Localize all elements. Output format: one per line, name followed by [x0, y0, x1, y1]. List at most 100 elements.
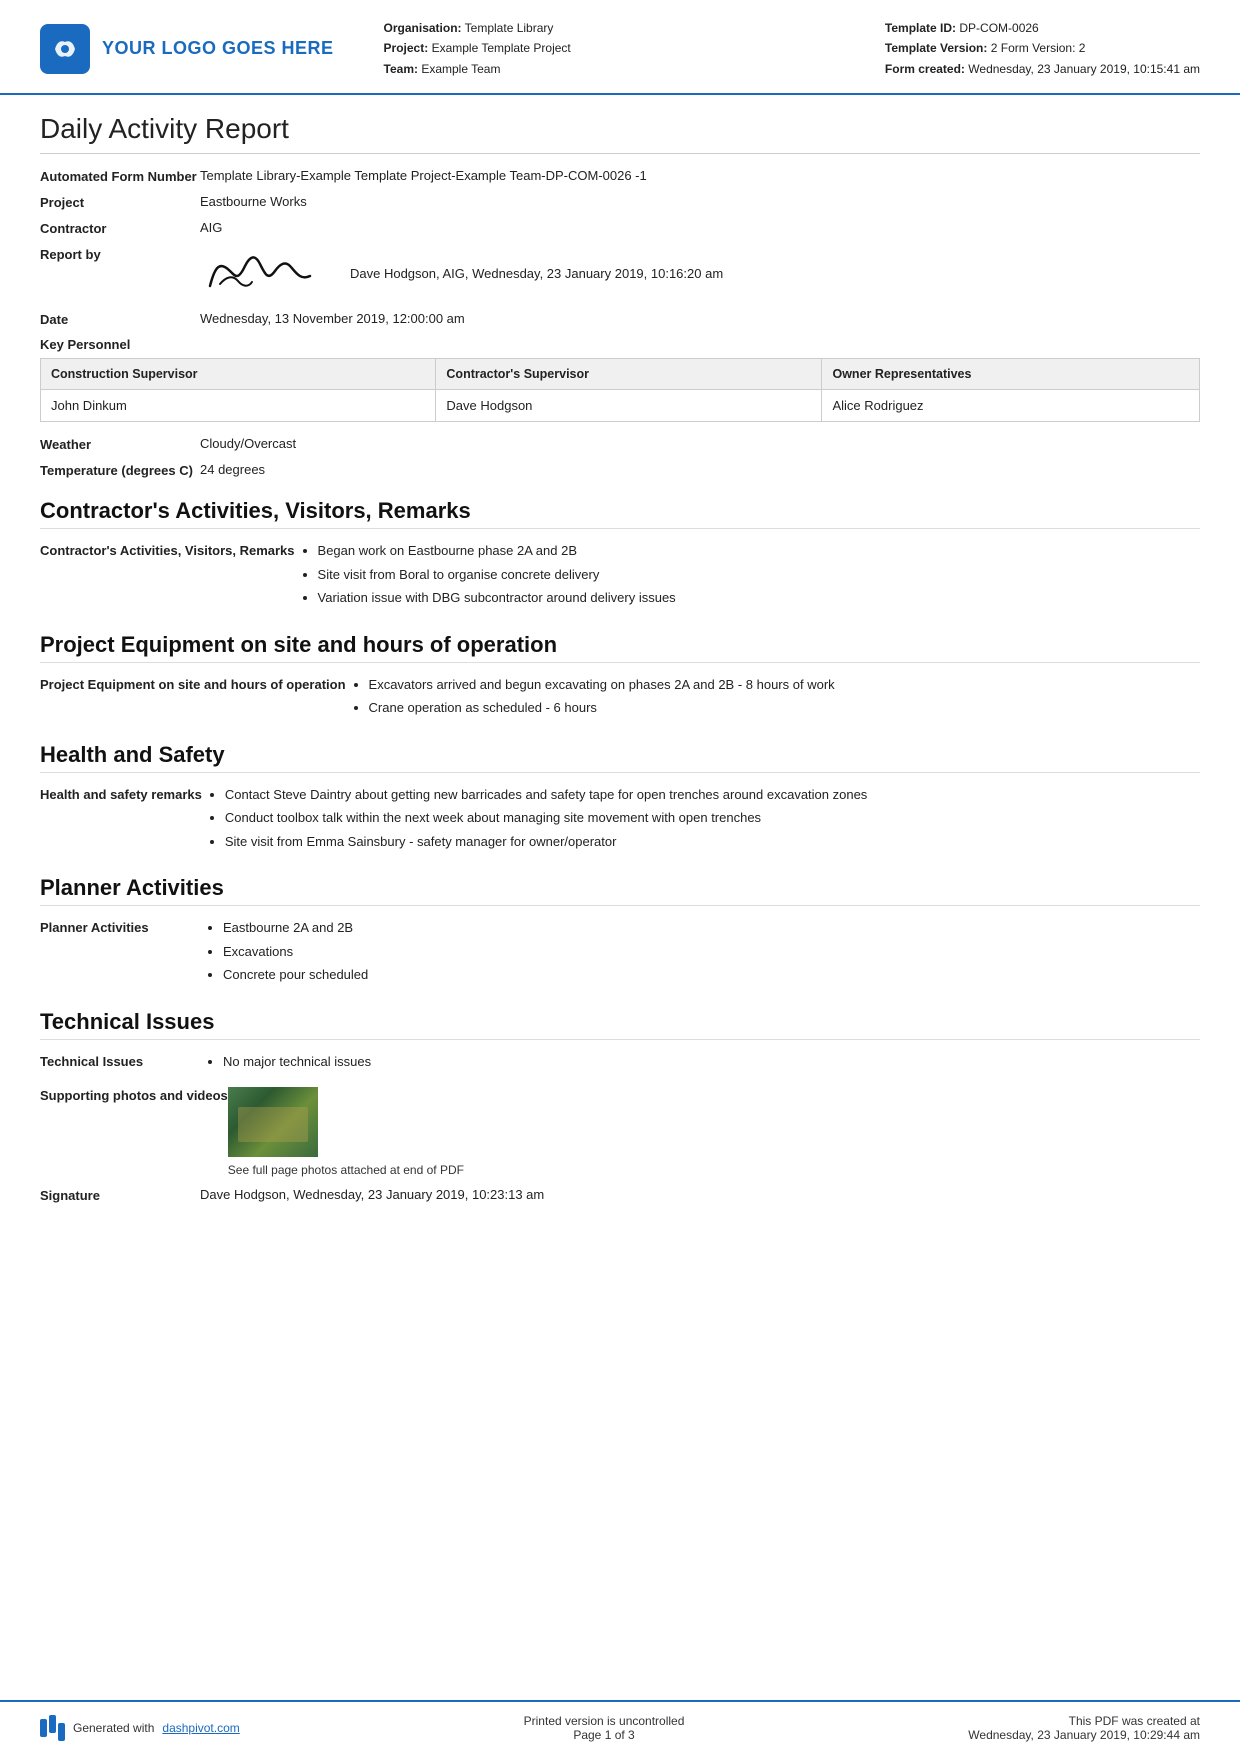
- final-signature-row: Signature Dave Hodgson, Wednesday, 23 Ja…: [40, 1187, 1200, 1203]
- contractor-value: AIG: [200, 220, 1200, 235]
- org-value: Template Library: [465, 21, 554, 35]
- temperature-row: Temperature (degrees C) 24 degrees: [40, 462, 1200, 478]
- footer-center-line1: Printed version is uncontrolled: [524, 1714, 685, 1728]
- footer-center: Printed version is uncontrolled Page 1 o…: [524, 1714, 685, 1742]
- list-item: Variation issue with DBG subcontractor a…: [318, 588, 1200, 608]
- header-meta: Organisation: Template Library Project: …: [354, 18, 865, 79]
- main-content: Daily Activity Report Automated Form Num…: [0, 95, 1240, 1680]
- signature-content: Dave Hodgson, AIG, Wednesday, 23 January…: [200, 246, 723, 301]
- key-personnel-label: Key Personnel: [40, 337, 1200, 352]
- date-row: Date Wednesday, 13 November 2019, 12:00:…: [40, 311, 1200, 327]
- header-project: Project: Example Template Project: [384, 38, 865, 58]
- bar2-icon: [49, 1715, 56, 1733]
- technical-label: Technical Issues: [40, 1052, 200, 1069]
- health-safety-heading: Health and Safety: [40, 742, 1200, 773]
- photos-row: Supporting photos and videos See full pa…: [40, 1087, 1200, 1177]
- form-number-row: Automated Form Number Template Library-E…: [40, 168, 1200, 184]
- page-wrapper: YOUR LOGO GOES HERE Organisation: Templa…: [0, 0, 1240, 1754]
- team-label: Team:: [384, 62, 418, 76]
- list-item: Eastbourne 2A and 2B: [223, 918, 1200, 938]
- date-label: Date: [40, 311, 200, 327]
- footer-right: This PDF was created at Wednesday, 23 Ja…: [968, 1714, 1200, 1742]
- photo-image: [228, 1087, 318, 1157]
- template-id-value: DP-COM-0026: [959, 21, 1038, 35]
- photo-caption: See full page photos attached at end of …: [228, 1163, 1200, 1177]
- personnel-col1-header: Construction Supervisor: [41, 359, 436, 390]
- logo-icon: [40, 24, 90, 74]
- footer-logo: [40, 1715, 65, 1741]
- personnel-col2-header: Contractor's Supervisor: [436, 359, 822, 390]
- template-id-label: Template ID:: [885, 21, 956, 35]
- planner-list: Eastbourne 2A and 2B Excavations Concrete …: [200, 918, 1200, 989]
- footer-right-line1: This PDF was created at: [968, 1714, 1200, 1728]
- footer-left: Generated with dashpivot.com: [40, 1715, 240, 1741]
- footer-center-line2: Page 1 of 3: [524, 1728, 685, 1742]
- photos-label: Supporting photos and videos: [40, 1087, 228, 1103]
- team-value: Example Team: [421, 62, 500, 76]
- list-item: Concrete pour scheduled: [223, 965, 1200, 985]
- health-safety-row: Health and safety remarks Contact Steve …: [40, 785, 1200, 856]
- final-signature-value: Dave Hodgson, Wednesday, 23 January 2019…: [200, 1187, 1200, 1202]
- logo-text: YOUR LOGO GOES HERE: [102, 38, 334, 59]
- contractors-list: Began work on Eastbourne phase 2A and 2B…: [295, 541, 1200, 612]
- template-id-row: Template ID: DP-COM-0026: [885, 18, 1200, 38]
- footer-link[interactable]: dashpivot.com: [162, 1721, 239, 1735]
- health-safety-list: Contact Steve Daintry about getting new …: [202, 785, 1200, 856]
- contractor-label: Contractor: [40, 220, 200, 236]
- photos-content: See full page photos attached at end of …: [228, 1087, 1200, 1177]
- contractors-heading: Contractor's Activities, Visitors, Remar…: [40, 498, 1200, 529]
- equipment-label: Project Equipment on site and hours of o…: [40, 675, 346, 692]
- personnel-row1-col3: Alice Rodriguez: [822, 390, 1200, 422]
- contractor-row: Contractor AIG: [40, 220, 1200, 236]
- final-signature-label: Signature: [40, 1187, 200, 1203]
- form-created-value: Wednesday, 23 January 2019, 10:15:41 am: [968, 62, 1200, 76]
- health-safety-label: Health and safety remarks: [40, 785, 202, 802]
- list-item: Conduct toolbox talk within the next wee…: [225, 808, 1200, 828]
- header-org: Organisation: Template Library: [384, 18, 865, 38]
- list-item: Began work on Eastbourne phase 2A and 2B: [318, 541, 1200, 561]
- equipment-row: Project Equipment on site and hours of o…: [40, 675, 1200, 722]
- header-right: Template ID: DP-COM-0026 Template Versio…: [885, 18, 1200, 79]
- template-version-label: Template Version:: [885, 41, 987, 55]
- temperature-value: 24 degrees: [200, 462, 1200, 477]
- technical-heading: Technical Issues: [40, 1009, 1200, 1040]
- list-item: Excavators arrived and begun excavating …: [369, 675, 1200, 695]
- template-version-row: Template Version: 2 Form Version: 2: [885, 38, 1200, 58]
- personnel-data-row: John Dinkum Dave Hodgson Alice Rodriguez: [41, 390, 1200, 422]
- equipment-heading: Project Equipment on site and hours of o…: [40, 632, 1200, 663]
- bar3-icon: [58, 1723, 65, 1741]
- photo-thumbnail: [228, 1087, 318, 1157]
- signature-drawing: [200, 246, 330, 301]
- bar1-icon: [40, 1719, 47, 1737]
- project-label: Project:: [384, 41, 429, 55]
- report-title: Daily Activity Report: [40, 113, 1200, 154]
- contractors-row: Contractor's Activities, Visitors, Remar…: [40, 541, 1200, 612]
- list-item: Site visit from Boral to organise concre…: [318, 565, 1200, 585]
- project-field-value: Eastbourne Works: [200, 194, 1200, 209]
- list-item: Excavations: [223, 942, 1200, 962]
- planner-label: Planner Activities: [40, 918, 200, 935]
- planner-heading: Planner Activities: [40, 875, 1200, 906]
- report-by-label: Report by: [40, 246, 200, 262]
- technical-row: Technical Issues No major technical issu…: [40, 1052, 1200, 1076]
- form-number-value: Template Library-Example Template Projec…: [200, 168, 1200, 183]
- personnel-row1-col1: John Dinkum: [41, 390, 436, 422]
- list-item: No major technical issues: [223, 1052, 1200, 1072]
- form-number-label: Automated Form Number: [40, 168, 200, 184]
- project-field-label: Project: [40, 194, 200, 210]
- personnel-col3-header: Owner Representatives: [822, 359, 1200, 390]
- header-logo: YOUR LOGO GOES HERE: [40, 18, 334, 79]
- footer-generated-text: Generated with: [73, 1721, 154, 1735]
- footer-right-line2: Wednesday, 23 January 2019, 10:29:44 am: [968, 1728, 1200, 1742]
- org-label: Organisation:: [384, 21, 462, 35]
- project-row: Project Eastbourne Works: [40, 194, 1200, 210]
- template-version-value: 2 Form Version: 2: [991, 41, 1086, 55]
- form-created-row: Form created: Wednesday, 23 January 2019…: [885, 59, 1200, 79]
- list-item: Crane operation as scheduled - 6 hours: [369, 698, 1200, 718]
- contractors-label: Contractor's Activities, Visitors, Remar…: [40, 541, 295, 558]
- technical-list: No major technical issues: [200, 1052, 1200, 1076]
- weather-label: Weather: [40, 436, 200, 452]
- equipment-list: Excavators arrived and begun excavating …: [346, 675, 1200, 722]
- footer: Generated with dashpivot.com Printed ver…: [0, 1700, 1240, 1754]
- weather-value: Cloudy/Overcast: [200, 436, 1200, 451]
